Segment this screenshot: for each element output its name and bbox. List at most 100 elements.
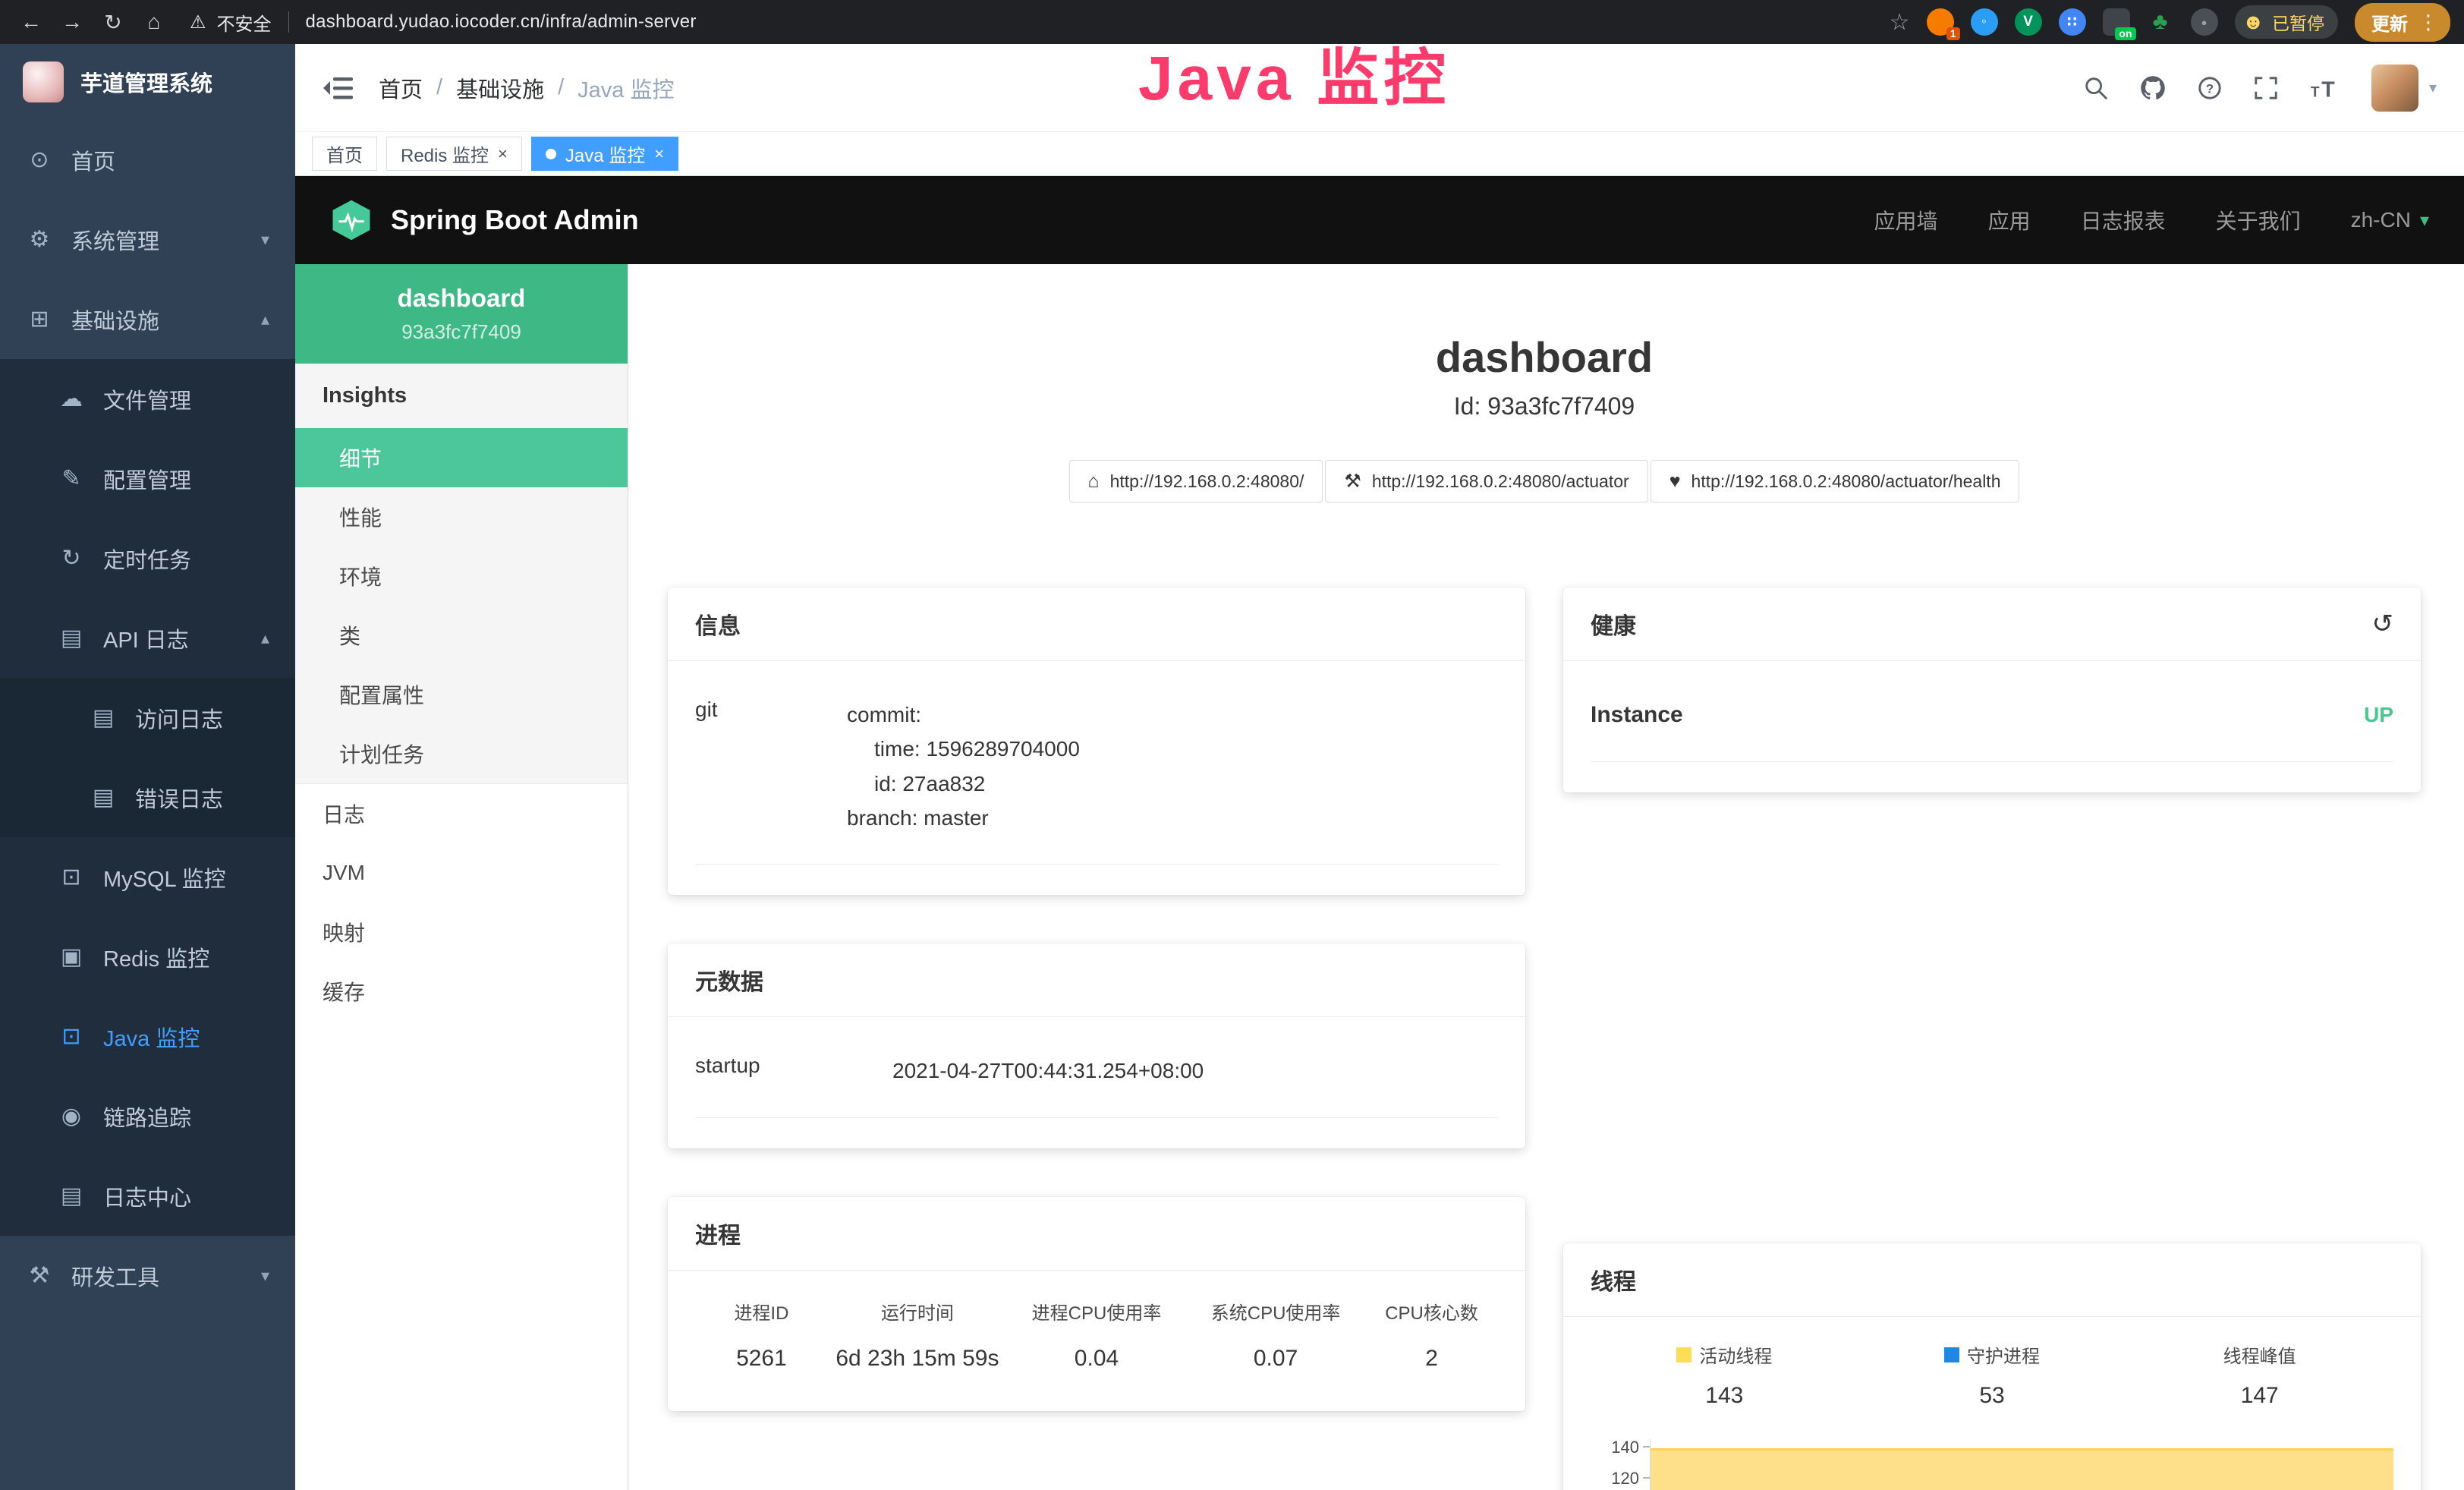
browser-update-button[interactable]: 更新 ⋮ (2355, 3, 2450, 42)
sba-group-insights: Insights 细节 性能 环境 类 配置属性 计划任务 (295, 364, 628, 784)
extension-icon-7[interactable]: ● (2191, 8, 2218, 36)
sidebar-item-jobs[interactable]: ↻定时任务 (0, 518, 295, 598)
document-icon: ▤ (90, 704, 117, 731)
tab-java-monitor[interactable]: Java 监控 × (531, 137, 678, 171)
cell-value: 0.04 (1007, 1346, 1186, 1372)
sba-menu-journal[interactable]: 日志报表 (2081, 205, 2166, 235)
breadcrumb-infra[interactable]: 基础设施 (456, 72, 544, 104)
sba-item-caches[interactable]: 缓存 (295, 962, 628, 1021)
hamburger-icon[interactable] (323, 75, 353, 101)
sba-item-mappings[interactable]: 映射 (295, 903, 628, 962)
sidebar-item-home[interactable]: ⊙首页 (0, 120, 295, 200)
breadcrumb-home[interactable]: 首页 (379, 72, 423, 104)
legend-value: 53 (1858, 1383, 2126, 1409)
profile-paused-chip[interactable]: ☻ 已暂停 (2235, 5, 2338, 39)
sba-body: dashboard 93a3fc7f7409 Insights 细节 性能 环境… (295, 264, 2464, 1490)
extension-icon-5[interactable]: on (2103, 8, 2130, 36)
sidebar-item-infra[interactable]: ⊞基础设施▴ (0, 279, 295, 359)
sba-item-environment[interactable]: 环境 (295, 547, 628, 606)
sba-item-config-props[interactable]: 配置属性 (295, 665, 628, 724)
app-logo[interactable]: 芋道管理系统 (0, 44, 295, 120)
extension-icon-2[interactable]: ◦ (1971, 8, 1998, 36)
history-icon[interactable]: ↺ (2372, 611, 2394, 637)
sidebar-item-label: Redis 监控 (103, 941, 209, 973)
sidebar-item-access-log[interactable]: ▤访问日志 (0, 678, 295, 758)
tab-redis-monitor[interactable]: Redis 监控 × (386, 137, 522, 171)
link-actuator-url[interactable]: ⚒http://192.168.0.2:48080/actuator (1325, 460, 1647, 502)
sidebar-item-error-log[interactable]: ▤错误日志 (0, 758, 295, 837)
sidebar-item-api-log[interactable]: ▤API 日志▴ (0, 598, 295, 678)
legend-peak-threads: 线程峰值 147 (2126, 1341, 2393, 1409)
sidebar-item-label: 日志中心 (103, 1180, 191, 1212)
cell-value: 6d 23h 15m 59s (828, 1346, 1007, 1372)
link-health-url[interactable]: ♥http://192.168.0.2:48080/actuator/healt… (1651, 460, 2020, 502)
metadata-key: startup (695, 1054, 892, 1088)
document-icon: ▤ (58, 1183, 85, 1209)
forward-icon[interactable]: → (55, 10, 90, 34)
sba-item-scheduled-tasks[interactable]: 计划任务 (295, 724, 628, 783)
sba-locale-select[interactable]: zh-CN ▾ (2351, 208, 2429, 232)
sba-menu: 应用墙 应用 日志报表 关于我们 zh-CN ▾ (1874, 205, 2429, 235)
browser-menu-icon[interactable]: ⋮ (2418, 11, 2438, 34)
tab-label: Redis 监控 (401, 140, 489, 167)
sidebar-item-config[interactable]: ✎配置管理 (0, 439, 295, 518)
sba-menu-wallboard[interactable]: 应用墙 (1874, 205, 1938, 235)
github-icon[interactable] (2139, 74, 2167, 102)
extension-icon-3[interactable]: V (2015, 8, 2042, 36)
sba-item-details[interactable]: 细节 (295, 428, 628, 487)
close-icon[interactable]: × (498, 144, 508, 164)
tab-home[interactable]: 首页 (312, 137, 377, 171)
sidebar-item-tracing[interactable]: ◉链路追踪 (0, 1076, 295, 1156)
sba-menu-about[interactable]: 关于我们 (2216, 205, 2301, 235)
home-icon[interactable]: ⌂ (137, 10, 172, 34)
sba-brand[interactable]: Spring Boot Admin (330, 199, 639, 241)
metadata-card: 元数据 startup 2021-04-27T00:44:31.254+08:0… (668, 943, 1525, 1148)
reload-icon[interactable]: ↻ (96, 10, 131, 35)
column-header: 系统CPU使用率 (1186, 1298, 1365, 1325)
sidebar-item-log-center[interactable]: ▤ 日志中心 (0, 1156, 295, 1236)
health-card: 健康 ↺ Instance UP (1563, 587, 2421, 792)
sidebar-item-dev-tools[interactable]: ⚒研发工具▾ (0, 1236, 295, 1315)
sba-item-classes[interactable]: 类 (295, 606, 628, 665)
extension-icon-4[interactable]: ∷ (2059, 8, 2086, 36)
tab-label: 首页 (326, 140, 363, 167)
sba-item-jvm[interactable]: JVM (295, 843, 628, 903)
card-column-right: 健康 ↺ Instance UP 线程 (1563, 587, 2421, 1490)
instance-name: dashboard (303, 284, 620, 313)
sba-item-logs[interactable]: 日志 (295, 784, 628, 843)
extension-icon-1[interactable]: 1 (1927, 8, 1954, 36)
gear-icon: ⚙ (26, 226, 53, 253)
sba-menu-applications[interactable]: 应用 (1988, 205, 2031, 235)
sidebar-item-files[interactable]: ☁ 文件管理 (0, 359, 295, 439)
sidebar-item-redis[interactable]: ▣Redis 监控 (0, 917, 295, 997)
search-icon[interactable] (2083, 75, 2109, 101)
link-root-url[interactable]: ⌂http://192.168.0.2:48080/ (1069, 460, 1323, 502)
extension-icon-6[interactable]: ♣ (2147, 8, 2174, 36)
sidebar-item-system[interactable]: ⚙系统管理▾ (0, 200, 295, 279)
sba-item-metrics[interactable]: 性能 (295, 487, 628, 547)
sidebar-item-mysql[interactable]: ⊡MySQL 监控 (0, 837, 295, 917)
bookmark-star-icon[interactable]: ☆ (1890, 9, 1910, 36)
threads-chart: 140 120 100 (1591, 1439, 2393, 1490)
close-icon[interactable]: × (654, 144, 664, 164)
tab-label: Java 监控 (565, 140, 645, 167)
fullscreen-icon[interactable] (2253, 75, 2279, 101)
sidebar-item-label: 文件管理 (103, 383, 191, 415)
card-column-left: 信息 git commit: time: 1596289704000 id: 2… (668, 587, 1525, 1490)
edit-icon: ✎ (58, 465, 85, 492)
column-header: 进程CPU使用率 (1007, 1298, 1186, 1325)
address-bar[interactable]: ⚠ 不安全 dashboard.yudao.iocoder.cn/infra/a… (190, 9, 697, 36)
sidebar-item-java-monitor[interactable]: ⊡Java 监控 (0, 997, 295, 1076)
cloud-icon: ☁ (58, 386, 85, 412)
sba-sidebar: dashboard 93a3fc7f7409 Insights 细节 性能 环境… (295, 264, 628, 1490)
sba-instance-header[interactable]: dashboard 93a3fc7f7409 (295, 264, 628, 364)
cell-value: 0.07 (1186, 1346, 1365, 1372)
sidebar-item-label: 研发工具 (71, 1260, 159, 1292)
monitor-icon: ⊡ (58, 864, 85, 890)
back-icon[interactable]: ← (14, 10, 49, 34)
help-icon[interactable]: ? (2197, 75, 2223, 101)
font-size-icon[interactable]: TT (2309, 74, 2341, 102)
instance-id: 93a3fc7f7409 (303, 320, 620, 344)
user-avatar[interactable] (2371, 65, 2418, 112)
y-tick: 120 (1591, 1470, 1650, 1490)
